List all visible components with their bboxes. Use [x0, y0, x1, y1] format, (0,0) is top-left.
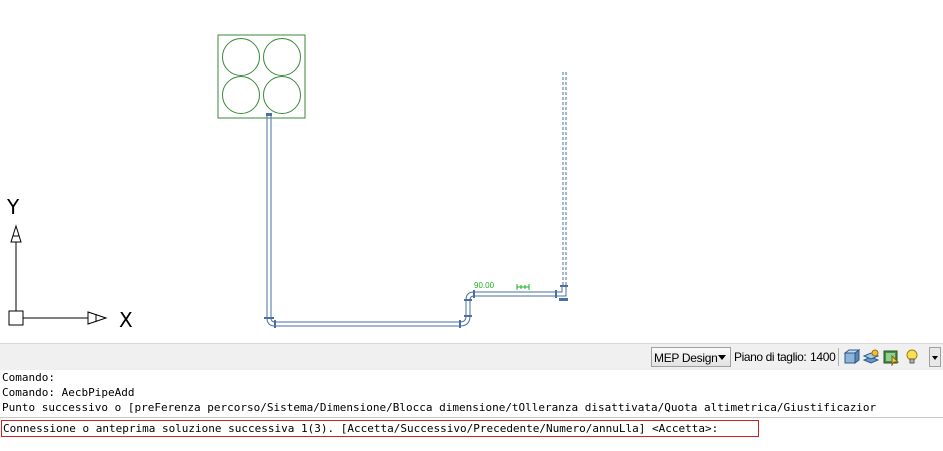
status-bar-menu-button[interactable] — [929, 347, 941, 367]
equipment-circle — [222, 38, 260, 76]
equipment-block[interactable] — [217, 34, 306, 119]
equipment-outline — [217, 34, 306, 119]
status-bar: MEP Design Piano di taglio: 1400 — [0, 343, 943, 370]
pipe-run[interactable] — [264, 113, 568, 328]
tray-separator — [838, 348, 839, 366]
object-display-icon[interactable] — [842, 348, 860, 366]
ucs-icon — [8, 224, 108, 326]
cut-plane-value[interactable]: 1400 — [810, 347, 836, 367]
elbow-angle-annotation: 90.00 — [474, 281, 530, 290]
command-separator — [0, 417, 943, 418]
drawing-svg: 90.00 Y X — [6, 34, 568, 332]
lightbulb-icon[interactable] — [903, 348, 921, 366]
command-history-line: Punto successivo o [preFerenza percorso/… — [2, 401, 877, 414]
ucs-y-label: Y — [6, 195, 20, 219]
angle-dimension-text: 90.00 — [474, 281, 495, 290]
ucs-x-label: X — [119, 308, 133, 332]
dimension-grip-icon — [516, 284, 530, 290]
cut-plane-label: Piano di taglio: — [734, 350, 807, 364]
equipment-circle — [263, 76, 301, 114]
command-line[interactable]: Comando: Comando: AecbPipeAdd Punto succ… — [0, 370, 943, 451]
command-prompt-input[interactable]: Connessione o anteprima soluzione succes… — [1, 420, 759, 437]
drawing-canvas[interactable]: 90.00 Y X — [0, 0, 943, 343]
chevron-down-icon — [932, 356, 938, 360]
chevron-down-icon — [718, 355, 726, 360]
command-history-line: Comando: — [2, 371, 55, 384]
workspace-label: MEP Design — [654, 351, 718, 365]
pipe-preview-riser — [562, 72, 567, 286]
equipment-circle — [222, 76, 260, 114]
layer-key-icon[interactable] — [862, 348, 880, 366]
equipment-circle — [263, 38, 301, 76]
workspace-dropdown[interactable]: MEP Design — [651, 347, 731, 367]
command-history-line: Comando: AecbPipeAdd — [2, 386, 135, 399]
annotation-scale-icon[interactable] — [882, 348, 900, 366]
